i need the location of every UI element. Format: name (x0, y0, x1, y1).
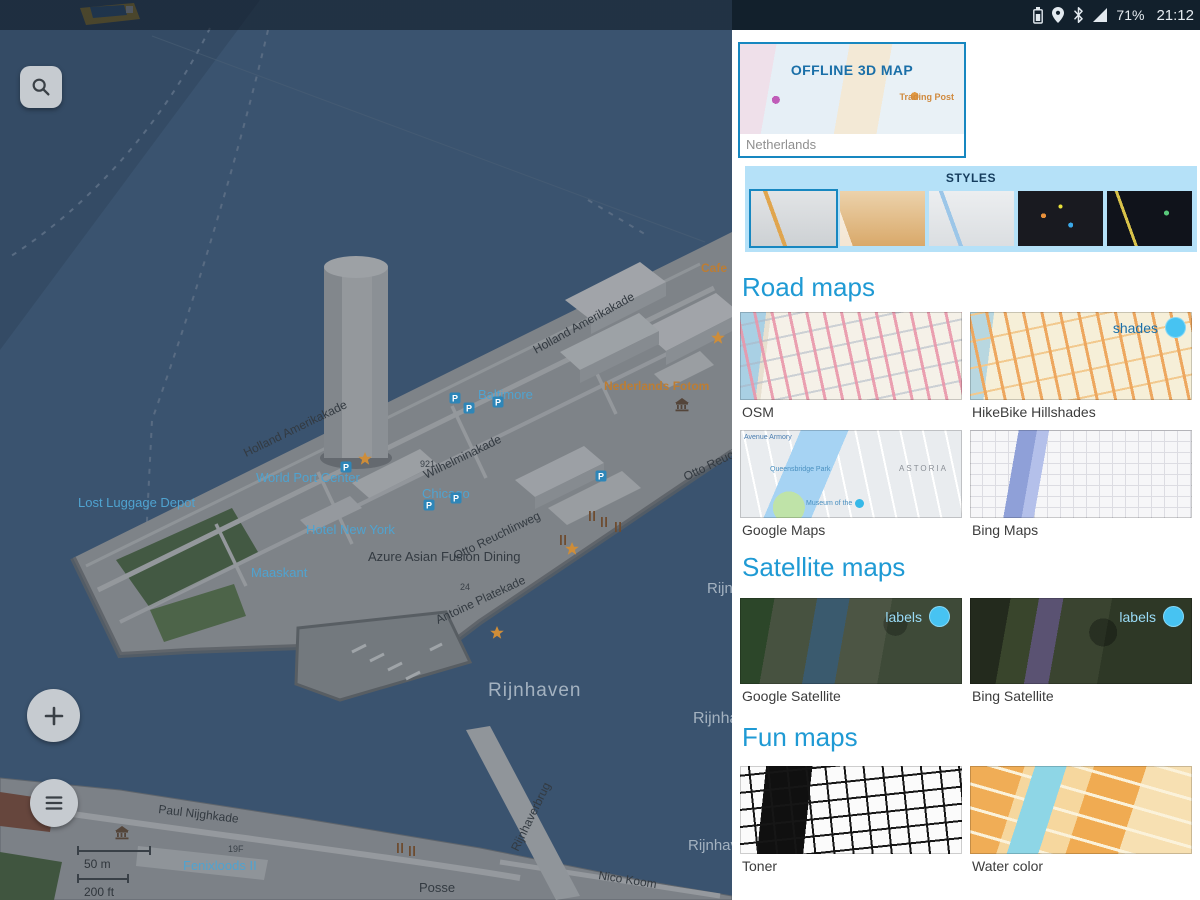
parking-icon: P (452, 394, 458, 404)
bluetooth-icon (1073, 7, 1084, 23)
style-thumb-5[interactable] (1107, 191, 1192, 246)
map-label-lost-luggage: Lost Luggage Depot (78, 495, 195, 510)
map-card-label: OSM (740, 404, 962, 420)
map-card-label: Bing Satellite (970, 688, 1192, 704)
dim-overlay (0, 0, 732, 900)
map-card-label: HikeBike Hillshades (970, 404, 1192, 420)
map-card-label: Google Satellite (740, 688, 962, 704)
thumb-text-park: Queensbridge Park (770, 466, 830, 473)
labels-toggle[interactable]: labels (885, 606, 950, 627)
scale-imperial: 200 ft (84, 885, 115, 899)
map-label-rijnhaven-2: Rijnhaven (693, 710, 732, 727)
offline-map-title: OFFLINE 3D MAP (740, 62, 964, 78)
search-icon (30, 76, 52, 98)
map-label-nederlands-foto: Nederlands Fotom (604, 379, 709, 393)
map-card-hikebike[interactable]: shades HikeBike Hillshades (970, 312, 1192, 420)
shades-toggle[interactable]: shades (1113, 317, 1186, 338)
parking-icon: P (343, 463, 349, 473)
map-canvas[interactable]: Baltimore Chicago World Port Center Hote… (0, 0, 732, 900)
map-label-fenixloods: Fenixloods II (183, 858, 257, 873)
map-card-bing-maps[interactable]: Bing Maps (970, 430, 1192, 538)
labels-toggle-label: labels (885, 609, 922, 625)
toggle-knob-icon (1163, 606, 1184, 627)
map-label-19f: 19F (228, 844, 244, 854)
clock: 21:12 (1156, 7, 1194, 24)
toggle-knob-icon (929, 606, 950, 627)
map-card-label: Water color (970, 858, 1192, 874)
parking-icon: P (466, 404, 472, 414)
map-label-baltimore: Baltimore (478, 387, 533, 402)
style-thumb-1-selected[interactable] (751, 191, 836, 246)
google-maps-thumbnail: Avenue Armory Queensbridge Park ASTORIA … (740, 430, 962, 518)
parking-icon: P (598, 472, 604, 482)
style-thumb-3[interactable] (929, 191, 1014, 246)
map-card-google-maps[interactable]: Avenue Armory Queensbridge Park ASTORIA … (740, 430, 962, 538)
offline-map-thumbnail: OFFLINE 3D MAP Trading Post (740, 44, 964, 134)
trading-post-label: Trading Post (899, 92, 954, 102)
plus-icon (42, 704, 66, 728)
map-card-label: Bing Maps (970, 522, 1192, 538)
poi-dot-icon (855, 499, 864, 508)
parking-icon: P (495, 398, 501, 408)
map-card-label: Google Maps (740, 522, 962, 538)
map-label-chicago: Chicago (422, 486, 470, 501)
water-color-thumbnail (970, 766, 1192, 854)
thumb-text-astoria: ASTORIA (899, 464, 948, 473)
signal-icon (1093, 8, 1107, 22)
offline-3d-map-card[interactable]: OFFLINE 3D MAP Trading Post Netherlands (738, 42, 966, 158)
osm-thumbnail (740, 312, 962, 400)
battery-percent: 71% (1116, 7, 1144, 23)
map-label-posse: Posse (419, 880, 455, 895)
styles-section: STYLES (745, 166, 1197, 252)
style-thumb-2[interactable] (840, 191, 925, 246)
map-label-rijnhaven-4: Rijnhaven (688, 837, 732, 854)
zoom-in-button[interactable] (27, 689, 80, 742)
map-label-rijnhaven: Rijnhaven (488, 680, 582, 701)
map-card-toner[interactable]: Toner (740, 766, 962, 874)
map-label-24: 24 (460, 582, 470, 592)
map-styles-panel: Downloads OFFLINE 3D MAP Trading Post Ne… (732, 0, 1200, 900)
labels-toggle-label: labels (1119, 609, 1156, 625)
map-label-maaskant: Maaskant (251, 565, 308, 580)
app-screen: Baltimore Chicago World Port Center Hote… (0, 0, 1200, 900)
styles-title: STYLES (745, 166, 1197, 185)
map-card-osm[interactable]: OSM (740, 312, 962, 420)
bing-maps-thumbnail (970, 430, 1192, 518)
map-card-label: Toner (740, 858, 962, 874)
labels-toggle[interactable]: labels (1119, 606, 1184, 627)
map-render: Baltimore Chicago World Port Center Hote… (0, 0, 732, 900)
map-card-water-color[interactable]: Water color (970, 766, 1192, 874)
style-thumb-4[interactable] (1018, 191, 1103, 246)
map-label-cafe: Cafe (701, 261, 727, 275)
map-card-bing-satellite[interactable]: labels Bing Satellite (970, 598, 1192, 704)
styles-row (745, 185, 1197, 246)
road-maps-heading: Road maps (742, 272, 875, 303)
map-label-rijnhaven-3: Rijnhaven (707, 580, 732, 597)
bing-satellite-thumbnail: labels (970, 598, 1192, 684)
status-bar: 71% 21:12 (0, 0, 1200, 30)
list-icon (43, 792, 65, 814)
map-label-azure: Azure Asian Fusion Dining (368, 549, 520, 564)
hikebike-thumbnail: shades (970, 312, 1192, 400)
layers-list-button[interactable] (30, 779, 78, 827)
shades-toggle-label: shades (1113, 320, 1158, 336)
thumb-text-armory: Avenue Armory (744, 434, 792, 441)
map-label-921: 921 (420, 459, 435, 469)
scale-metric: 50 m (84, 857, 111, 871)
map-label-hotel-new-york: Hotel New York (306, 522, 395, 537)
google-satellite-thumbnail: labels (740, 598, 962, 684)
location-icon (1052, 7, 1064, 23)
battery-icon (1033, 7, 1043, 24)
parking-icon: P (426, 501, 432, 511)
offline-map-region: Netherlands (740, 134, 964, 156)
fun-maps-heading: Fun maps (742, 722, 858, 753)
parking-icon: P (453, 494, 459, 504)
thumb-text-museum: Museum of the (806, 499, 864, 508)
satellite-maps-heading: Satellite maps (742, 552, 905, 583)
toner-thumbnail (740, 766, 962, 854)
map-card-google-satellite[interactable]: labels Google Satellite (740, 598, 962, 704)
search-button[interactable] (20, 66, 62, 108)
toggle-knob-icon (1165, 317, 1186, 338)
